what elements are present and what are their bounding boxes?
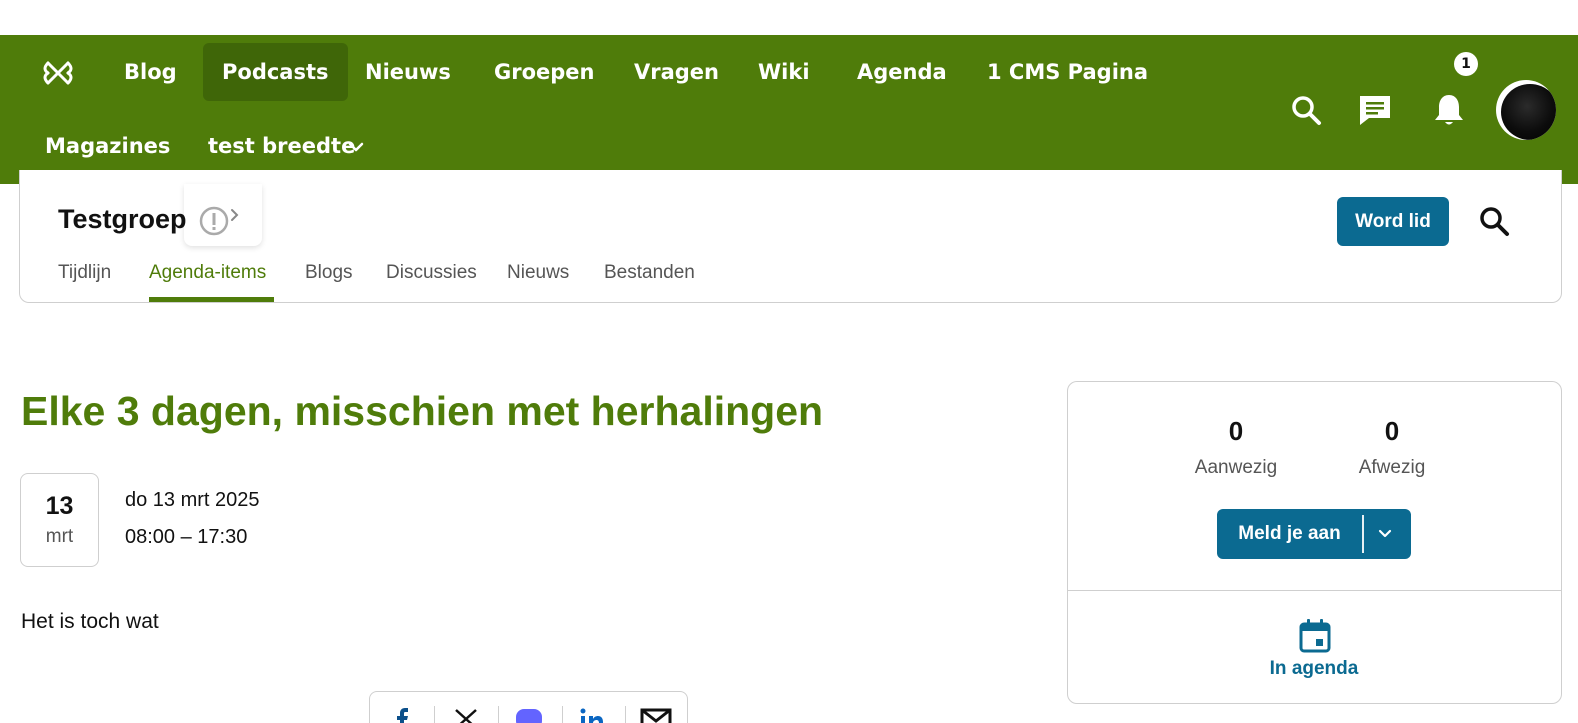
site-logo-icon[interactable] xyxy=(40,55,76,91)
user-avatar[interactable] xyxy=(1496,80,1556,140)
tab-blogs[interactable]: Blogs xyxy=(305,262,353,284)
nav-item-wiki[interactable]: Wiki xyxy=(758,60,810,84)
chevron-down-icon[interactable] xyxy=(347,140,365,154)
tab-nieuws[interactable]: Nieuws xyxy=(507,262,569,284)
tab-agenda-items[interactable]: Agenda-items xyxy=(149,262,266,284)
info-icon[interactable] xyxy=(199,205,231,237)
share-separator xyxy=(498,706,499,723)
date-day: 13 xyxy=(45,492,74,520)
x-icon[interactable] xyxy=(454,708,478,723)
chat-icon[interactable] xyxy=(1357,93,1393,127)
notification-bell-icon[interactable] xyxy=(1433,92,1465,128)
attendance-divider xyxy=(1067,590,1562,591)
nav-item-test-breedte[interactable]: test breedte xyxy=(208,134,355,158)
nav-item-blog[interactable]: Blog xyxy=(124,60,177,84)
register-button-separator xyxy=(1362,515,1364,553)
calendar-icon[interactable] xyxy=(1298,618,1332,654)
event-title: Elke 3 dagen, misschien met herhalingen xyxy=(21,388,824,434)
absent-count: 0 xyxy=(1384,416,1400,446)
group-title[interactable]: Testgroep xyxy=(58,204,187,235)
event-description: Het is toch wat xyxy=(21,610,159,633)
share-separator xyxy=(562,706,563,723)
nav-item-cms-pagina[interactable]: 1 CMS Pagina xyxy=(987,60,1148,84)
join-group-button[interactable]: Word lid xyxy=(1337,197,1449,246)
nav-item-agenda[interactable]: Agenda xyxy=(857,60,947,84)
nav-item-test-breedte-label: test breedte xyxy=(208,134,356,158)
date-badge: 13 mrt xyxy=(20,473,99,567)
email-icon[interactable] xyxy=(640,708,672,723)
group-search-icon[interactable] xyxy=(1478,205,1510,237)
register-button[interactable]: Meld je aan xyxy=(1217,509,1362,559)
present-count: 0 xyxy=(1228,416,1244,446)
tab-discussies[interactable]: Discussies xyxy=(386,262,477,284)
date-month: mrt xyxy=(45,526,74,547)
share-separator xyxy=(625,706,626,723)
share-separator xyxy=(434,706,435,723)
event-date: do 13 mrt 2025 xyxy=(125,489,260,511)
register-options-chevron-icon[interactable] xyxy=(1377,526,1393,542)
facebook-icon[interactable] xyxy=(396,708,410,723)
avatar-image xyxy=(1501,84,1556,140)
add-to-calendar-link[interactable]: In agenda xyxy=(1244,658,1384,680)
active-tab-indicator xyxy=(149,297,274,302)
present-label: Aanwezig xyxy=(1194,457,1278,478)
notification-count-badge: 1 xyxy=(1454,52,1478,76)
tab-tijdlijn[interactable]: Tijdlijn xyxy=(58,262,111,284)
absent-label: Afwezig xyxy=(1358,457,1426,478)
linkedin-icon[interactable] xyxy=(580,708,604,723)
nav-item-podcasts[interactable]: Podcasts xyxy=(203,43,348,101)
tab-bestanden[interactable]: Bestanden xyxy=(604,262,695,284)
nav-item-magazines[interactable]: Magazines xyxy=(45,134,170,158)
share-bar xyxy=(369,691,688,723)
nav-item-nieuws[interactable]: Nieuws xyxy=(365,60,451,84)
event-time: 08:00 – 17:30 xyxy=(125,526,248,548)
register-button-group: Meld je aan xyxy=(1217,509,1411,559)
search-icon[interactable] xyxy=(1290,94,1322,126)
nav-item-vragen[interactable]: Vragen xyxy=(634,60,719,84)
nav-item-groepen[interactable]: Groepen xyxy=(494,60,595,84)
mastodon-icon[interactable] xyxy=(515,708,543,723)
chevron-right-icon xyxy=(231,209,239,221)
